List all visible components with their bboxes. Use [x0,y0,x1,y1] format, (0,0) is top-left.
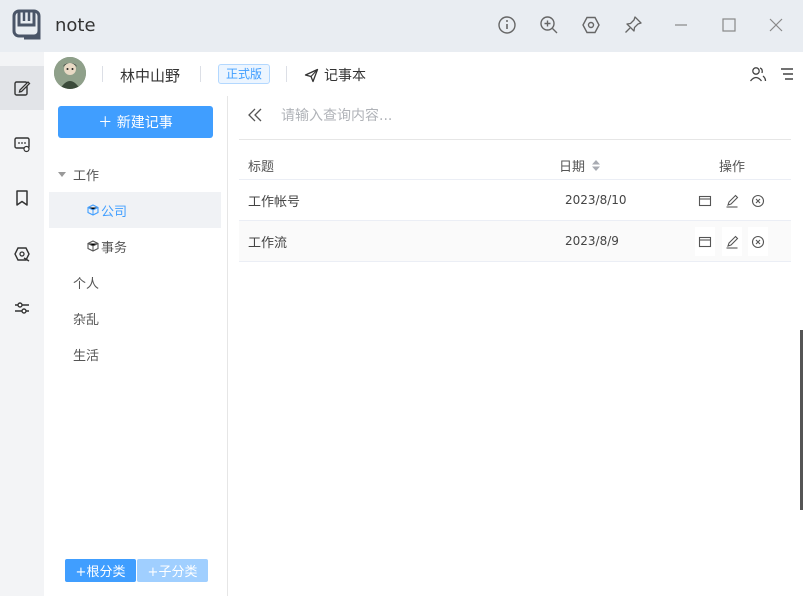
search-input[interactable] [281,104,781,128]
notebook-link[interactable]: 记事本 [304,65,366,85]
user-name: 林中山野 [120,67,181,85]
delete-icon[interactable] [748,186,768,215]
notebook-link-label: 记事本 [324,68,366,84]
category-panel: ＋ 新建记事 工作 公司 事务 个人 杂乱 生活 +根分类 +子分类 [44,96,228,596]
tree-item-label: 杂乱 [73,312,100,328]
tools-icon[interactable] [0,232,44,276]
send-icon [304,68,319,82]
cube-icon [87,204,99,216]
add-root-category-button[interactable]: +根分类 [65,559,136,582]
close-icon[interactable] [765,14,787,36]
column-header-date[interactable]: 日期 [559,152,601,179]
app-title: note [55,15,96,36]
main-panel: 标题 日期 操作 工作帐号 2023/8/10 工作流 2023/8/9 [229,96,803,596]
divider [239,139,791,140]
view-icon[interactable] [695,227,715,256]
edit-note-icon[interactable] [0,66,44,110]
double-chevron-left-icon[interactable] [247,107,263,123]
tree-item-label: 生活 [73,348,100,364]
tree-item-misc[interactable]: 杂乱 [49,300,221,336]
edition-badge: 正式版 [218,64,271,84]
column-header-ops: 操作 [719,160,746,175]
divider [200,66,201,82]
tree-item-label: 公司 [101,204,128,220]
table-header: 标题 日期 操作 [239,152,791,180]
chat-icon[interactable] [0,122,44,166]
new-note-button[interactable]: ＋ 新建记事 [58,106,213,138]
row-title: 工作帐号 [248,194,301,210]
title-bar: note [0,0,803,52]
row-date: 2023/8/9 [565,234,619,248]
tree-item-company[interactable]: 公司 [49,192,221,228]
app-logo-icon [12,9,41,40]
table-row[interactable]: 工作流 2023/8/9 [239,221,791,262]
edit-icon[interactable] [722,186,742,215]
tree-item-label: 工作 [73,168,100,184]
avatar[interactable] [54,57,86,89]
column-header-date-label: 日期 [559,160,586,175]
tree-item-personal[interactable]: 个人 [49,264,221,300]
edit-icon[interactable] [722,227,742,256]
sliders-icon[interactable] [0,286,44,330]
table-row[interactable]: 工作帐号 2023/8/10 [239,180,791,221]
tree-item-label: 事务 [101,240,128,256]
delete-icon[interactable] [748,227,768,256]
minimize-icon[interactable] [670,14,692,36]
cube-icon [87,240,99,252]
bookmark-icon[interactable] [0,176,44,220]
column-header-title: 标题 [248,160,275,175]
divider [102,66,103,82]
icon-rail [0,52,44,596]
tree-item-label: 个人 [73,276,100,292]
view-icon[interactable] [695,186,715,215]
row-date: 2023/8/10 [565,193,627,207]
settings-hex-icon[interactable] [580,14,602,36]
maximize-icon[interactable] [718,14,740,36]
tree-item-work[interactable]: 工作 [49,156,221,192]
add-child-category-button[interactable]: +子分类 [137,559,208,582]
caret-down-icon[interactable] [57,169,67,179]
info-icon[interactable] [496,14,518,36]
notes-table: 标题 日期 操作 工作帐号 2023/8/10 工作流 2023/8/9 [239,152,791,262]
row-title: 工作流 [248,235,288,251]
menu-icon[interactable] [778,65,796,83]
pin-icon[interactable] [622,14,644,36]
divider [286,66,287,82]
sort-icon[interactable] [591,159,601,172]
users-icon[interactable] [749,65,767,83]
tree-item-life[interactable]: 生活 [49,336,221,372]
user-bar: 林中山野 正式版 记事本 [44,52,803,96]
zoom-in-icon[interactable] [538,14,560,36]
tree-item-affairs[interactable]: 事务 [49,228,221,264]
